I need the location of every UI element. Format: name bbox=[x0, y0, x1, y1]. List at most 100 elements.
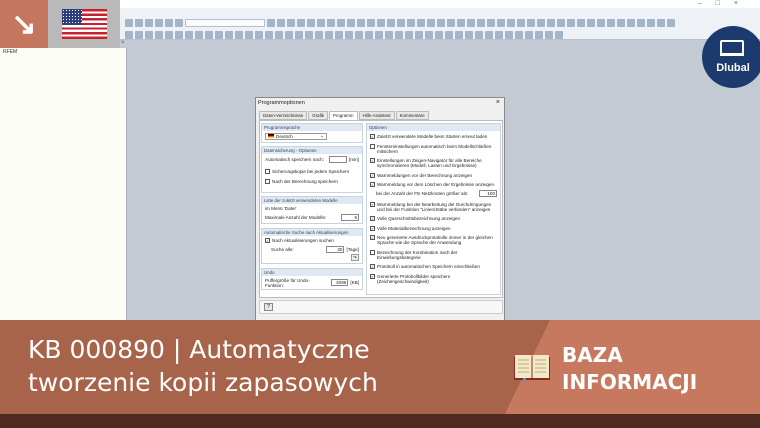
toolbar-button-icon[interactable] bbox=[437, 18, 445, 27]
toolbar-button-icon[interactable] bbox=[145, 30, 153, 39]
option-checkbox[interactable]: ✓ bbox=[370, 235, 375, 240]
toolbar-button-icon[interactable] bbox=[367, 18, 375, 27]
toolbar-button-icon[interactable] bbox=[487, 18, 495, 27]
toolbar-button-icon[interactable] bbox=[627, 18, 635, 27]
tab-comments[interactable]: Kommentare bbox=[395, 111, 429, 120]
toolbar-button-icon[interactable] bbox=[357, 18, 365, 27]
toolbar-button-icon[interactable] bbox=[135, 18, 143, 27]
toolbar-button-icon[interactable] bbox=[435, 30, 443, 39]
toolbar-button-icon[interactable] bbox=[517, 18, 525, 27]
save-after-calc-checkbox[interactable] bbox=[265, 178, 270, 184]
toolbar-combo[interactable] bbox=[185, 18, 265, 27]
option-checkbox[interactable] bbox=[370, 249, 375, 255]
toolbar-button-icon[interactable] bbox=[335, 30, 343, 39]
toolbar-button-icon[interactable] bbox=[245, 30, 253, 39]
toolbar-button-icon[interactable] bbox=[275, 30, 283, 39]
tab-graphics[interactable]: Grafik bbox=[308, 111, 328, 120]
option-checkbox[interactable]: ✓ bbox=[370, 264, 375, 269]
toolbar-button-icon[interactable] bbox=[405, 30, 413, 39]
toolbar-button-icon[interactable] bbox=[155, 18, 163, 27]
toolbar-button-icon[interactable] bbox=[125, 30, 133, 39]
toolbar-button-icon[interactable] bbox=[667, 18, 675, 27]
toolbar-button-icon[interactable] bbox=[607, 18, 615, 27]
toolbar-button-icon[interactable] bbox=[255, 30, 263, 39]
toolbar-button-icon[interactable] bbox=[467, 18, 475, 27]
toolbar-button-icon[interactable] bbox=[535, 30, 543, 39]
toolbar-button-icon[interactable] bbox=[377, 18, 385, 27]
backup-each-save-checkbox[interactable] bbox=[265, 168, 270, 174]
toolbar-button-icon[interactable] bbox=[545, 30, 553, 39]
panel-close-icon[interactable]: × bbox=[121, 40, 125, 46]
toolbar-button-icon[interactable] bbox=[315, 30, 323, 39]
toolbar-button-icon[interactable] bbox=[135, 30, 143, 39]
toolbar-button-icon[interactable] bbox=[647, 18, 655, 27]
toolbar-button-icon[interactable] bbox=[387, 18, 395, 27]
toolbar-button-icon[interactable] bbox=[557, 18, 565, 27]
toolbar-button-icon[interactable] bbox=[307, 18, 315, 27]
toolbar-button-icon[interactable] bbox=[267, 18, 275, 27]
autosave-input[interactable] bbox=[329, 155, 348, 163]
toolbar-button-icon[interactable] bbox=[145, 18, 153, 27]
toolbar-button-icon[interactable] bbox=[555, 30, 563, 39]
toolbar-button-icon[interactable] bbox=[657, 18, 665, 27]
toolbar-button-icon[interactable] bbox=[617, 18, 625, 27]
toolbar-button-icon[interactable] bbox=[447, 18, 455, 27]
interval-input[interactable]: 30 bbox=[326, 245, 345, 253]
undo-buffer-input[interactable]: 4096 bbox=[330, 279, 349, 286]
tab-data-directories[interactable]: Daten-Verzeichnisse bbox=[259, 111, 308, 120]
toolbar-button-icon[interactable] bbox=[195, 30, 203, 39]
toolbar-button-icon[interactable] bbox=[525, 30, 533, 39]
toolbar-button-icon[interactable] bbox=[537, 18, 545, 27]
toolbar-button-icon[interactable] bbox=[265, 30, 273, 39]
toolbar-button-icon[interactable] bbox=[427, 18, 435, 27]
toolbar-button-icon[interactable] bbox=[445, 30, 453, 39]
toolbar-button-icon[interactable] bbox=[287, 18, 295, 27]
toolbar-row-2[interactable] bbox=[125, 29, 750, 40]
toolbar-button-icon[interactable] bbox=[477, 18, 485, 27]
toolbar-button-icon[interactable] bbox=[415, 30, 423, 39]
toolbar-button-icon[interactable] bbox=[385, 30, 393, 39]
option-checkbox[interactable]: ✓ bbox=[370, 172, 375, 178]
toolbar-button-icon[interactable] bbox=[507, 18, 515, 27]
toolbar-button-icon[interactable] bbox=[465, 30, 473, 39]
toolbar-button-icon[interactable] bbox=[345, 30, 353, 39]
toolbar-row-1[interactable] bbox=[125, 17, 750, 28]
toolbar-button-icon[interactable] bbox=[155, 30, 163, 39]
toolbar-button-icon[interactable] bbox=[285, 30, 293, 39]
toolbar-button-icon[interactable] bbox=[587, 18, 595, 27]
toolbar-button-icon[interactable] bbox=[515, 30, 523, 39]
toolbar-button-icon[interactable] bbox=[637, 18, 645, 27]
navigator-root-item[interactable]: RFEM bbox=[3, 49, 17, 55]
toolbar-button-icon[interactable] bbox=[327, 18, 335, 27]
window-controls[interactable]: –□× bbox=[698, 0, 752, 7]
toolbar-button-icon[interactable] bbox=[235, 30, 243, 39]
toolbar-button-icon[interactable] bbox=[337, 18, 345, 27]
check-updates-checkbox[interactable]: ✓ bbox=[265, 237, 270, 243]
option-checkbox[interactable]: ✓ bbox=[370, 216, 375, 221]
toolbar-button-icon[interactable] bbox=[395, 30, 403, 39]
option-checkbox[interactable]: ✓ bbox=[370, 201, 375, 207]
toolbar-button-icon[interactable] bbox=[277, 18, 285, 27]
toolbar-button-icon[interactable] bbox=[375, 30, 383, 39]
toolbar-button-icon[interactable] bbox=[365, 30, 373, 39]
toolbar-button-icon[interactable] bbox=[577, 18, 585, 27]
toolbar-button-icon[interactable] bbox=[547, 18, 555, 27]
toolbar-button-icon[interactable] bbox=[497, 18, 505, 27]
toolbar-button-icon[interactable] bbox=[185, 30, 193, 39]
toolbar-button-icon[interactable] bbox=[475, 30, 483, 39]
toolbar-button-icon[interactable] bbox=[407, 18, 415, 27]
toolbar-button-icon[interactable] bbox=[215, 30, 223, 39]
toolbar-button-icon[interactable] bbox=[347, 18, 355, 27]
toolbar-button-icon[interactable] bbox=[165, 18, 173, 27]
close-icon[interactable]: × bbox=[496, 99, 500, 106]
toolbar-button-icon[interactable] bbox=[417, 18, 425, 27]
toolbar-button-icon[interactable] bbox=[295, 30, 303, 39]
option-checkbox[interactable]: ✓ bbox=[370, 225, 375, 231]
recent-max-input[interactable]: 6 bbox=[341, 213, 359, 221]
toolbar-button-icon[interactable] bbox=[457, 18, 465, 27]
help-button[interactable]: ? bbox=[264, 303, 273, 311]
option-checkbox[interactable]: ✓ bbox=[370, 273, 375, 279]
tab-help-assistant[interactable]: Hilfe-Assistent bbox=[358, 111, 395, 120]
toolbar-button-icon[interactable] bbox=[225, 30, 233, 39]
toolbar-button-icon[interactable] bbox=[495, 30, 503, 39]
